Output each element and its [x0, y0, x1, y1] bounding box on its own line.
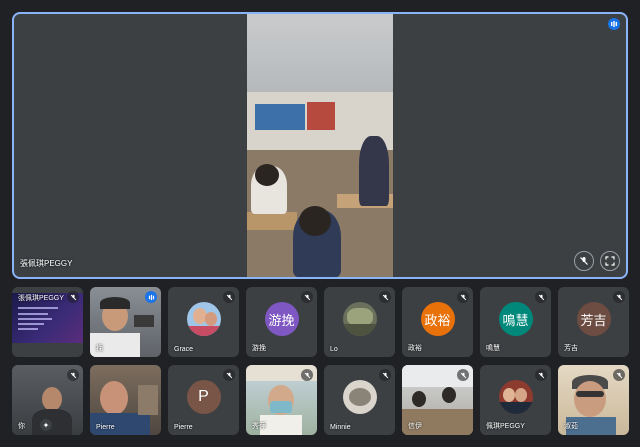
visual-effects-button[interactable]: ✦ [40, 419, 52, 431]
participant-name: 淑茹 [564, 423, 578, 430]
participant-name: Lo [330, 346, 338, 353]
participant-tile[interactable]: 政裕 政裕 [402, 287, 473, 357]
participant-tile[interactable]: 信伊 [402, 365, 473, 435]
participant-name: 挽 [96, 345, 103, 352]
participant-tile[interactable]: 游挽 游挽 [246, 287, 317, 357]
fullscreen-icon [605, 256, 615, 266]
participant-tile[interactable]: Lo [324, 287, 395, 357]
participant-tile[interactable]: 佩琪PEGGY [480, 365, 551, 435]
participant-name: 秀萍 [252, 423, 266, 430]
participant-tile[interactable]: 秀萍 [246, 365, 317, 435]
mic-off-icon [223, 291, 235, 303]
participant-name: 信伊 [408, 423, 422, 430]
participant-tile[interactable]: 挽 [90, 287, 161, 357]
participant-name: 你 [18, 423, 25, 430]
self-view-tile[interactable]: ✦ 你 [12, 365, 83, 435]
participant-name: Pierre [96, 424, 115, 431]
participant-name: 鳴慧 [486, 345, 500, 352]
mic-off-icon [67, 291, 79, 303]
speaker-name: 張佩琪PEGGY [20, 259, 73, 268]
mic-off-icon [613, 291, 625, 303]
participant-name: 游挽 [252, 345, 266, 352]
avatar [342, 302, 377, 337]
participant-tile[interactable]: Pierre [90, 365, 161, 435]
mic-off-icon [580, 257, 588, 265]
participant-name: 政裕 [408, 345, 422, 352]
participant-tile[interactable]: 淑茹 [558, 365, 629, 435]
avatar: 政裕 [420, 302, 455, 337]
audio-level-icon [608, 18, 620, 30]
participant-name: Minnie [330, 424, 351, 431]
fullscreen-button[interactable] [600, 251, 620, 271]
mic-off-icon [535, 291, 547, 303]
avatar [186, 302, 221, 337]
participant-name: 芳吉 [564, 345, 578, 352]
participant-tile[interactable]: P Pierre [168, 365, 239, 435]
mic-off-icon [301, 369, 313, 381]
avatar [342, 380, 377, 415]
participant-name: 佩琪PEGGY [486, 423, 525, 430]
mic-off-icon [223, 369, 235, 381]
participant-tile[interactable]: Grace [168, 287, 239, 357]
speaking-indicator-icon [145, 291, 157, 303]
mic-off-icon [613, 369, 625, 381]
participant-name: Pierre [174, 424, 193, 431]
avatar: P [186, 380, 221, 415]
sparkle-icon: ✦ [42, 420, 50, 430]
mic-off-icon [457, 291, 469, 303]
participant-tile[interactable]: 張佩琪PEGGY [12, 287, 83, 357]
mic-off-icon [301, 291, 313, 303]
mic-off-icon [67, 369, 79, 381]
participant-tile[interactable]: 鳴慧 鳴慧 [480, 287, 551, 357]
mic-off-icon [457, 369, 469, 381]
participant-tile[interactable]: 芳吉 芳吉 [558, 287, 629, 357]
participant-name: 張佩琪PEGGY [18, 295, 64, 302]
avatar [498, 380, 533, 415]
mic-off-icon [535, 369, 547, 381]
speaker-video [247, 14, 393, 277]
mute-participant-button[interactable] [574, 251, 594, 271]
participant-tile[interactable]: Minnie [324, 365, 395, 435]
avatar: 芳吉 [576, 302, 611, 337]
mic-off-icon [379, 369, 391, 381]
avatar: 鳴慧 [498, 302, 533, 337]
mic-off-icon [379, 291, 391, 303]
participant-name: Grace [174, 346, 194, 353]
main-speaker-tile[interactable]: 張佩琪PEGGY [12, 12, 628, 279]
avatar: 游挽 [264, 302, 299, 337]
